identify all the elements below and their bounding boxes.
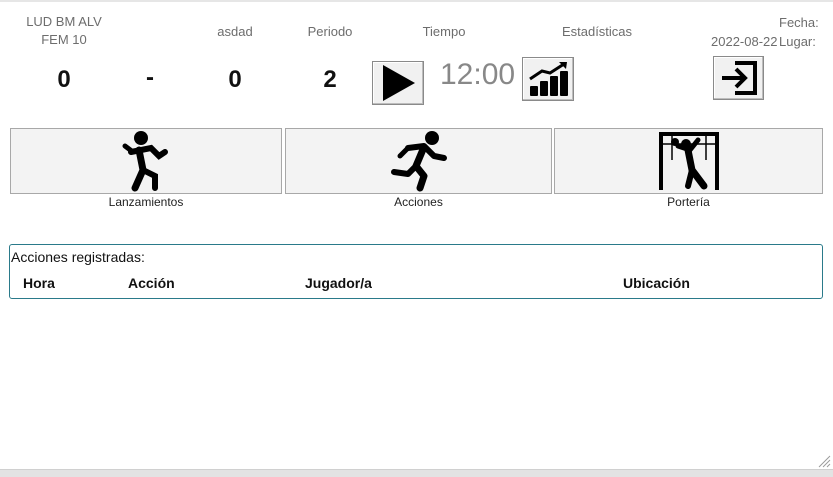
opponent-name: asdad (217, 24, 253, 39)
actions-label: Acciones (394, 195, 443, 209)
away-score: 0 (228, 66, 242, 93)
recorded-actions-title: Acciones registradas: (11, 249, 145, 265)
time-label: Tiempo (422, 24, 466, 39)
bar-chart-growth-icon (529, 62, 568, 96)
team-category: FEM 10 (41, 32, 87, 47)
shots-label: Lanzamientos (108, 195, 184, 209)
home-score: 0 (57, 66, 71, 93)
period-label: Periodo (307, 24, 353, 39)
place-label: Lugar: (779, 34, 816, 49)
column-header-action: Acción (128, 275, 175, 291)
exit-icon (721, 61, 757, 95)
column-header-location: Ubicación (623, 275, 690, 291)
running-player-icon (390, 131, 447, 192)
stats-button[interactable] (522, 57, 574, 101)
recorded-actions-panel: Acciones registradas: Hora Acción Jugado… (9, 244, 823, 299)
period-value: 2 (323, 66, 337, 93)
team-name: LUD BM ALV (26, 14, 102, 29)
game-clock: 12:00 (440, 58, 516, 91)
goalkeeping-label: Portería (667, 195, 710, 209)
top-border (0, 0, 833, 2)
score-separator: - (146, 64, 154, 91)
throwing-player-icon (122, 131, 168, 192)
column-header-time: Hora (23, 275, 55, 291)
actions-button[interactable] (285, 128, 552, 194)
bottom-border (0, 469, 833, 477)
date-value: 2022-08-22 (711, 34, 778, 49)
play-icon (383, 65, 415, 101)
exit-button[interactable] (713, 56, 764, 100)
shots-button[interactable] (10, 128, 282, 194)
goalkeeper-icon (658, 132, 719, 190)
stats-label: Estadísticas (561, 24, 633, 39)
date-label: Fecha: (779, 15, 819, 30)
goalkeeping-button[interactable] (554, 128, 823, 194)
play-button[interactable] (372, 61, 424, 105)
resize-grip-icon[interactable] (817, 454, 831, 468)
column-header-player: Jugador/a (305, 275, 372, 291)
